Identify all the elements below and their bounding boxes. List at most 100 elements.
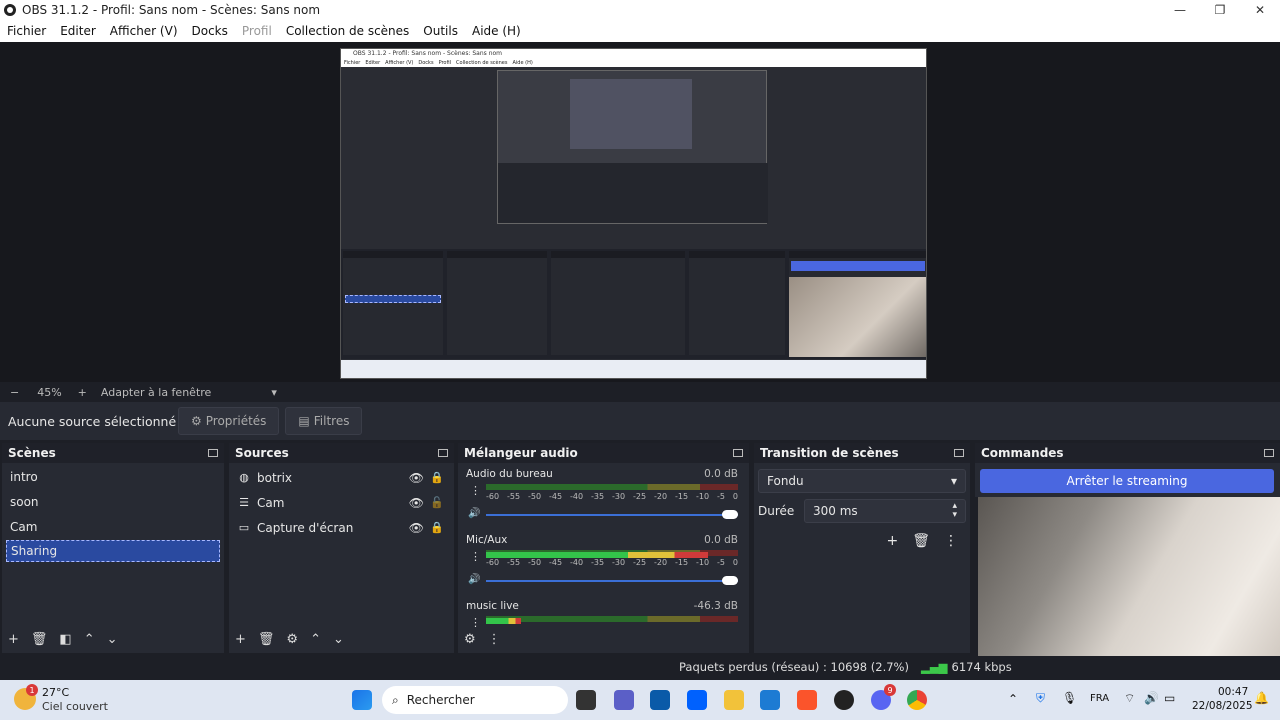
menu-dots-icon[interactable]: ⋮ (470, 616, 481, 629)
minimize-button[interactable]: — (1160, 0, 1200, 20)
store-icon[interactable] (650, 690, 670, 710)
mixer-track-header: Audio du bureau 0.0 dB (466, 468, 738, 482)
menu-view[interactable]: Afficher (V) (103, 24, 185, 38)
duration-spinbox[interactable]: 300 ms ▴ ▾ (804, 499, 966, 523)
meter-tick: -55 (507, 558, 521, 567)
chevron-up-icon[interactable]: ⌃ (1008, 692, 1018, 706)
obs-icon[interactable] (834, 690, 854, 710)
volume-icon[interactable]: 🔊 (1144, 691, 1159, 705)
speaker-icon[interactable]: 🔊 (468, 574, 480, 585)
chrome-icon[interactable] (907, 690, 927, 710)
scene-item-soon[interactable]: soon (2, 490, 224, 515)
app-icon[interactable] (760, 690, 780, 710)
volume-slider[interactable]: 🔊 (468, 574, 738, 588)
stream-preview[interactable]: OBS 31.1.2 - Profil: Sans nom - Scènes: … (340, 48, 927, 379)
clock-time[interactable]: 00:47 (1218, 686, 1248, 698)
meter-tick: -40 (570, 558, 584, 567)
brave-icon[interactable] (797, 690, 817, 710)
advanced-audio-icon[interactable]: ⚙ (464, 632, 476, 647)
transition-type-select[interactable]: Fondu ▾ (758, 469, 966, 493)
taskview-icon[interactable] (576, 690, 596, 710)
add-source-icon[interactable]: + (235, 632, 246, 647)
dropbox-icon[interactable] (687, 690, 707, 710)
source-label: Capture d'écran (257, 520, 354, 535)
add-transition-icon[interactable]: + (886, 533, 898, 549)
menu-dots-icon[interactable]: ⋮ (488, 632, 501, 647)
stop-streaming-button[interactable]: Arrêter le streaming (980, 469, 1274, 493)
scene-filters-icon[interactable]: ◧ (59, 632, 71, 647)
source-item-screen-capture[interactable]: ▭ Capture d'écran 👁 🔒 (229, 515, 454, 540)
start-icon[interactable] (352, 690, 372, 710)
filters-button[interactable]: ▤ Filtres (285, 407, 363, 435)
language-indicator[interactable]: FRA (1090, 693, 1109, 704)
eye-icon[interactable]: 👁 (409, 521, 424, 535)
scenes-header: Scènes (2, 443, 224, 463)
close-button[interactable]: ✕ (1240, 0, 1280, 20)
notification-icon[interactable]: 🔔 (1254, 691, 1269, 705)
chevron-down-icon[interactable]: ▾ (271, 386, 277, 399)
microphone-icon[interactable]: 🎙 (1062, 691, 1077, 705)
properties-button[interactable]: ⚙ Propriétés (178, 407, 280, 435)
track-db: -46.3 dB (693, 600, 738, 612)
source-item-cam[interactable]: ☰ Cam 👁 🔓 (229, 490, 454, 515)
gear-icon[interactable]: ⚙ (286, 632, 298, 647)
trash-icon[interactable]: 🗑 (912, 533, 930, 549)
undock-icon[interactable] (1264, 449, 1274, 457)
menu-edit[interactable]: Editer (53, 24, 103, 38)
shield-icon[interactable]: ⛨ (1036, 691, 1045, 706)
scene-item-sharing[interactable]: Sharing (6, 540, 220, 562)
menu-tools[interactable]: Outils (416, 24, 465, 38)
menu-dots-icon[interactable]: ⋮ (470, 484, 481, 497)
monitor-icon: ▭ (238, 521, 250, 534)
zoom-out-button[interactable]: − (10, 386, 19, 399)
meter-tick: -20 (654, 492, 668, 501)
weather-temp: 27°C (42, 686, 70, 699)
taskbar-search[interactable]: ⌕ Rechercher (382, 686, 568, 714)
eye-icon[interactable]: 👁 (409, 496, 424, 510)
menu-profile[interactable]: Profil (235, 24, 279, 38)
scene-item-intro[interactable]: intro (2, 465, 224, 490)
unlock-icon[interactable]: 🔓 (430, 496, 444, 509)
folder-icon[interactable] (724, 690, 744, 710)
menu-dots-icon[interactable]: ⋮ (470, 550, 481, 563)
spin-arrows-icon[interactable]: ▴ ▾ (952, 502, 957, 520)
arrow-down-icon[interactable]: ⌄ (333, 632, 344, 647)
duration-label: Durée (758, 504, 795, 518)
battery-icon[interactable]: ▭ (1164, 691, 1175, 705)
trash-icon[interactable]: 🗑 (258, 632, 275, 647)
meter-tick: -60 (486, 492, 500, 501)
zoom-in-button[interactable]: + (78, 386, 87, 399)
add-scene-icon[interactable]: + (8, 632, 19, 647)
undock-icon[interactable] (733, 449, 743, 457)
menu-file[interactable]: Fichier (0, 24, 53, 38)
meter-tick: -30 (612, 492, 626, 501)
scene-item-cam[interactable]: Cam (2, 515, 224, 540)
fit-window-select[interactable]: Adapter à la fenêtre (101, 386, 211, 399)
maximize-button[interactable]: ❐ (1200, 0, 1240, 20)
slider-handle[interactable] (722, 576, 738, 585)
undock-icon[interactable] (208, 449, 218, 457)
weather-desc: Ciel couvert (42, 700, 108, 713)
arrow-up-icon[interactable]: ⌃ (310, 632, 321, 647)
source-item-botrix[interactable]: ◍ botrix 👁 🔒 (229, 465, 454, 490)
slider-handle[interactable] (722, 510, 738, 519)
clock-date[interactable]: 22/08/2025 (1192, 700, 1253, 712)
menu-docks[interactable]: Docks (185, 24, 235, 38)
teams-icon[interactable] (614, 690, 634, 710)
wifi-icon[interactable]: ⌔ (1124, 691, 1135, 706)
undock-icon[interactable] (438, 449, 448, 457)
eye-icon[interactable]: 👁 (409, 471, 424, 485)
lock-icon[interactable]: 🔒 (430, 521, 444, 534)
arrow-down-icon[interactable]: ⌄ (107, 632, 118, 647)
volume-slider[interactable]: 🔊 (468, 508, 738, 522)
arrow-up-icon[interactable]: ⌃ (84, 632, 95, 647)
undock-icon[interactable] (954, 449, 964, 457)
menu-dots-icon[interactable]: ⋮ (944, 533, 958, 549)
lock-icon[interactable]: 🔒 (430, 471, 444, 484)
menu-scene-collection[interactable]: Collection de scènes (279, 24, 416, 38)
browser-source-icon: ◍ (239, 471, 249, 484)
menu-help[interactable]: Aide (H) (465, 24, 528, 38)
meter-tick: -35 (591, 558, 605, 567)
trash-icon[interactable]: 🗑 (31, 632, 48, 647)
speaker-icon[interactable]: 🔊 (468, 508, 480, 519)
